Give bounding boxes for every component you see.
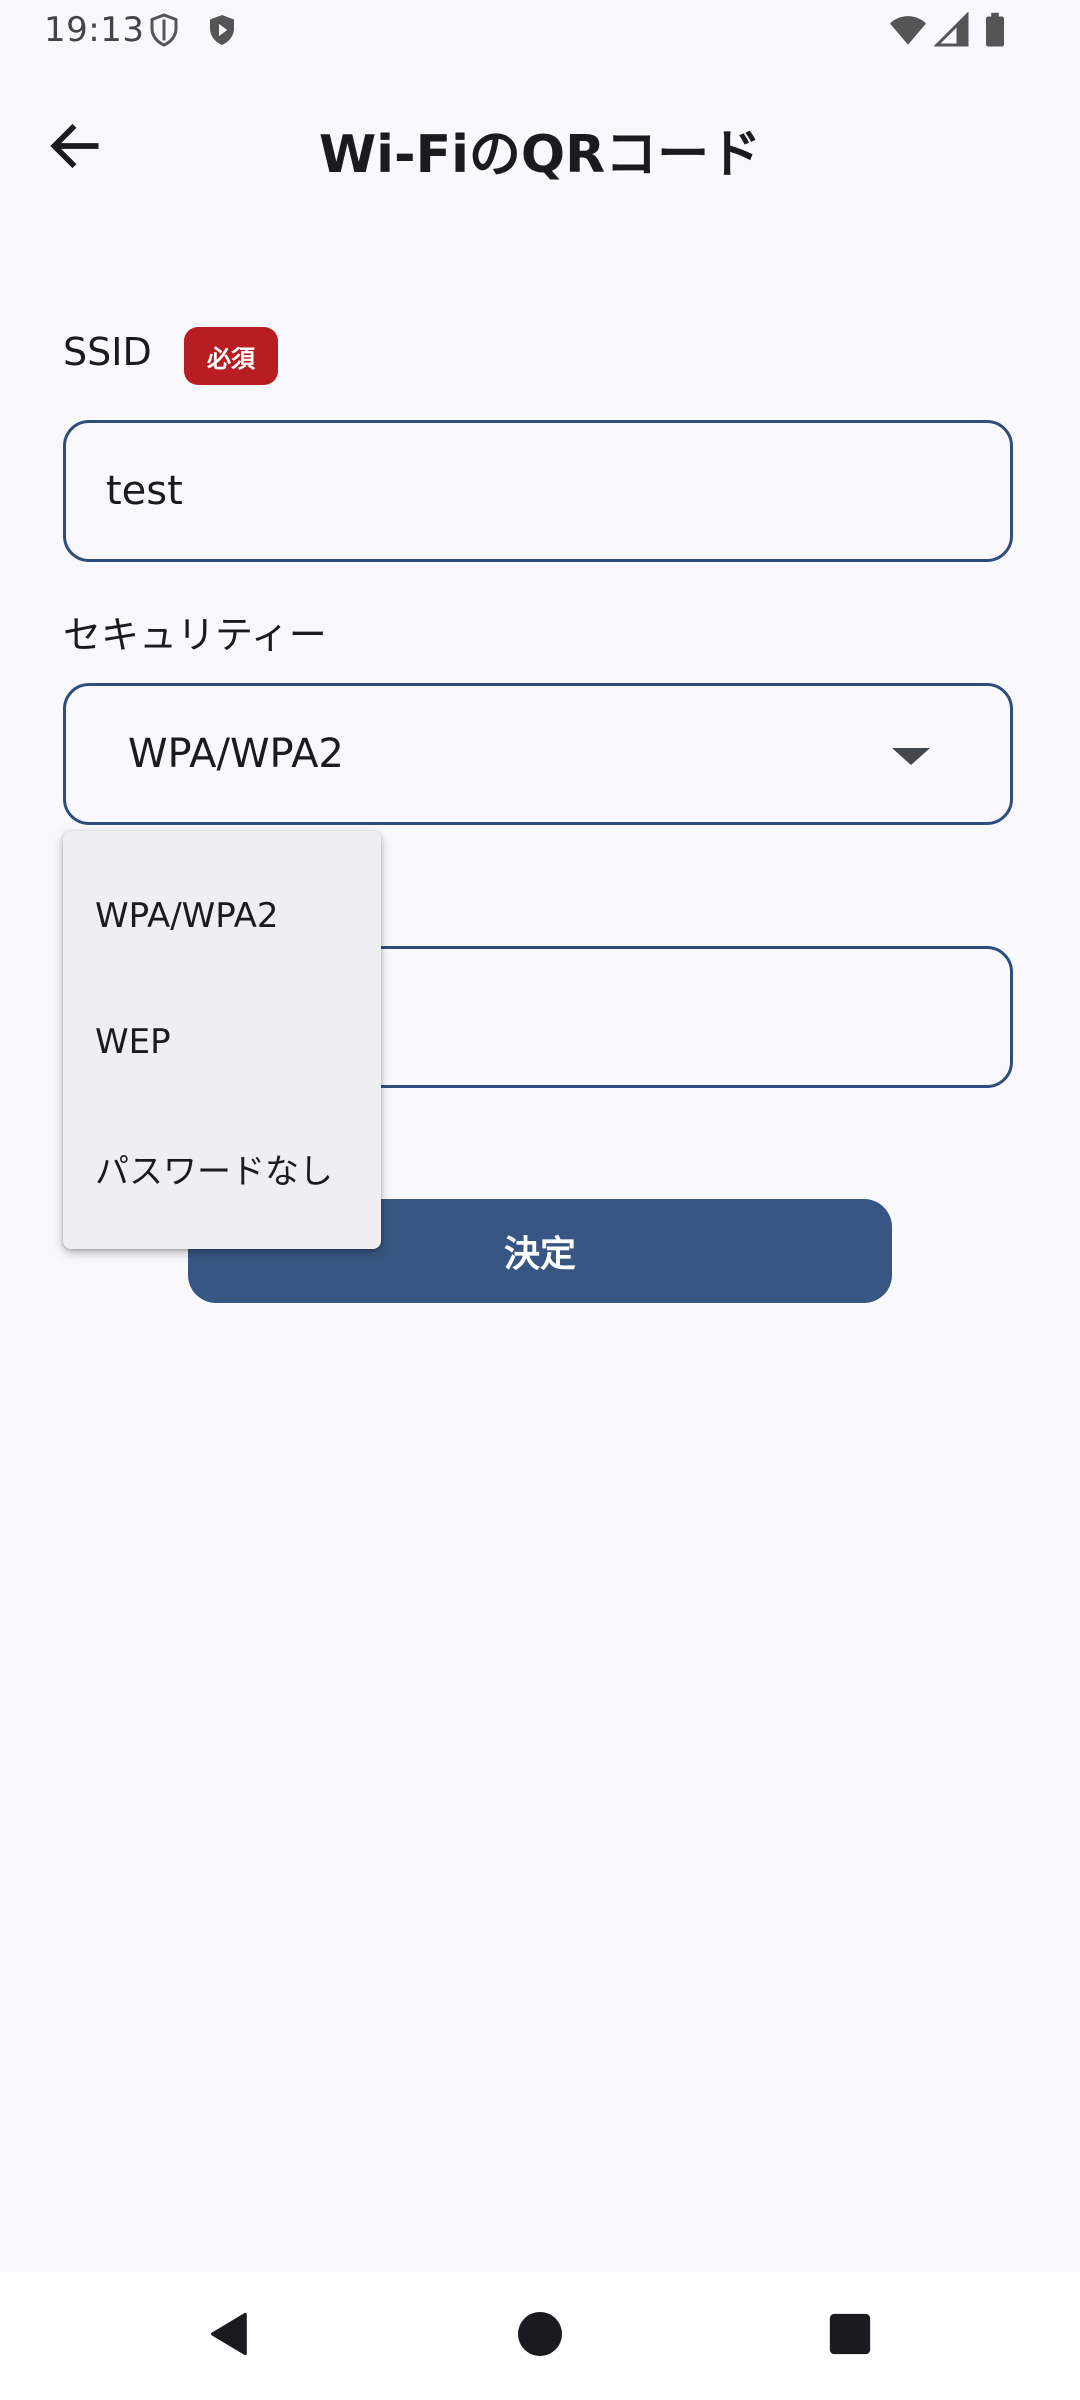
security-dropdown-menu: WPA/WPA2 WEP パスワードなし [63,831,381,1249]
menu-item-wpa-wpa2[interactable]: WPA/WPA2 [63,853,381,979]
status-time: 19:13 [44,10,145,50]
nav-back-icon [204,2308,256,2364]
dropdown-arrow-icon [892,748,930,765]
nav-back-button[interactable] [194,2300,266,2372]
security-label: セキュリティー [63,613,327,657]
required-badge: 必須 [184,327,278,385]
nav-recents-icon [828,2312,872,2360]
nav-home-icon [516,2310,564,2362]
security-select[interactable]: WPA/WPA2 [63,683,1013,825]
ssid-label: SSID [63,330,152,374]
system-nav-bar [0,2272,1080,2400]
page-title: Wi-FiのQRコード [318,125,762,185]
battery-icon [980,12,1010,48]
cell-signal-icon [933,11,970,48]
nav-recents-button[interactable] [814,2300,886,2372]
app-bar: Wi-FiのQRコード [0,88,1080,208]
shield-outline-icon [146,12,182,48]
security-selected-value: WPA/WPA2 [128,731,344,777]
menu-item-wep[interactable]: WEP [63,979,381,1105]
ssid-input[interactable]: test [63,420,1013,562]
shield-play-icon [204,12,240,48]
status-bar: 19:13 [0,0,1080,62]
ssid-input-value: test [106,468,183,514]
wifi-icon [888,12,928,48]
nav-home-button[interactable] [504,2300,576,2372]
menu-item-no-password[interactable]: パスワードなし [63,1105,381,1231]
